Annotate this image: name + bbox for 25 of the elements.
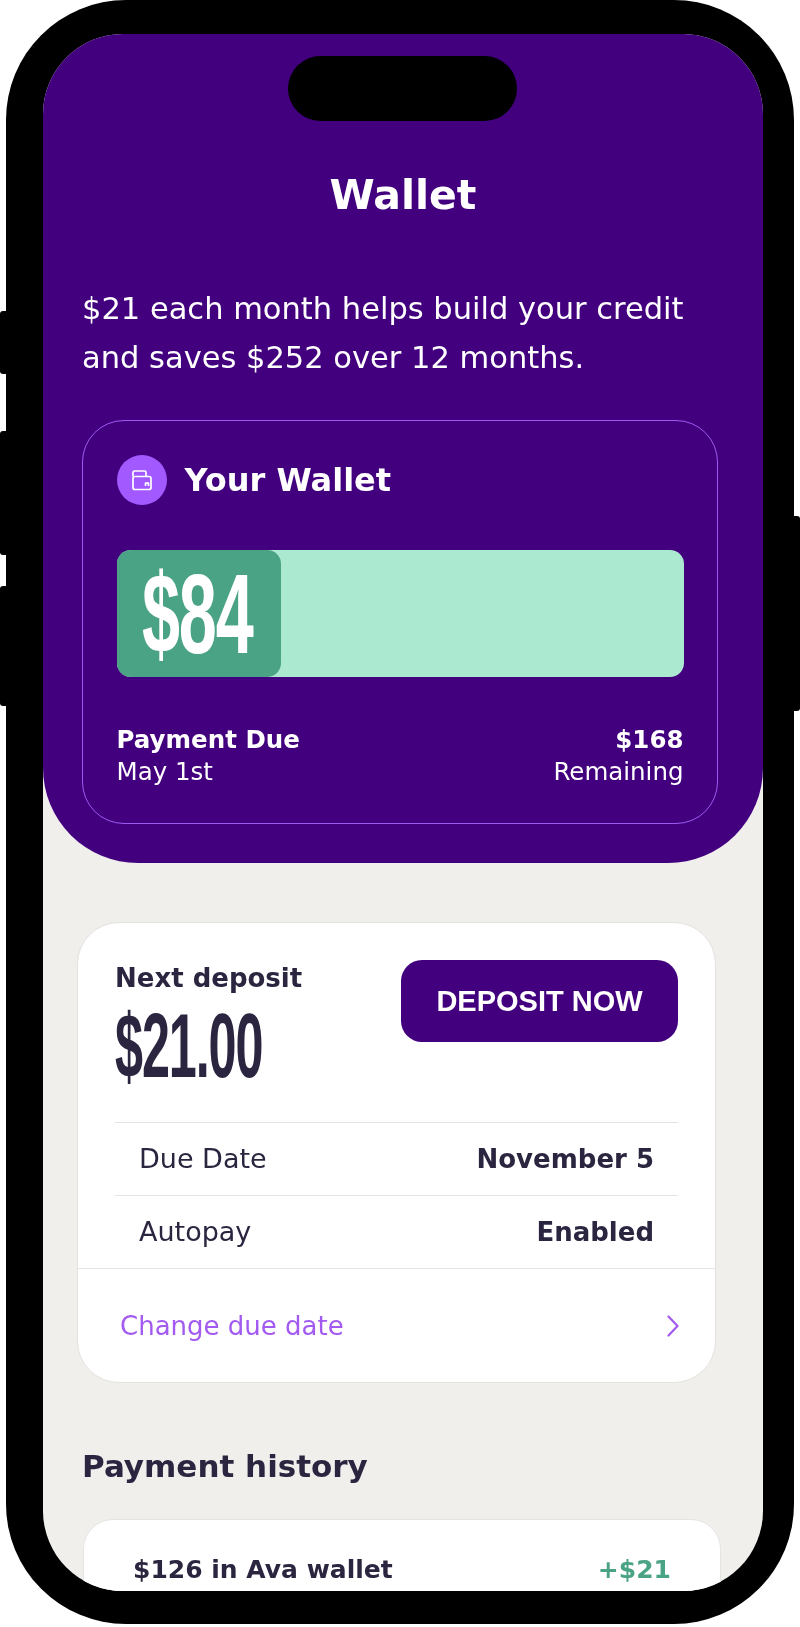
detail-value: November 5 — [476, 1143, 654, 1176]
section-title: Payment history — [82, 1447, 368, 1486]
deposit-amount: $21.00 — [115, 1001, 263, 1091]
wallet-card-title: Your Wallet — [184, 460, 392, 500]
side-button[interactable] — [0, 431, 6, 555]
payment-due-label: Payment Due — [116, 724, 300, 756]
chevron-icon — [667, 1314, 679, 1337]
detail-label: Due Date — [139, 1142, 267, 1176]
wallet-icon — [116, 455, 167, 505]
remaining-label: Remaining — [553, 756, 684, 788]
detail-label: Autopay — [139, 1215, 252, 1249]
subtitle-text: $21 each month helps build your credit and saves $252 over 12 months. — [82, 290, 685, 377]
side-button[interactable] — [794, 516, 800, 711]
remaining-amount: $168 — [615, 724, 684, 756]
side-button[interactable] — [0, 311, 6, 374]
change-due-date-link[interactable]: Change due date — [78, 1268, 715, 1382]
page-title: Wallet — [329, 170, 477, 220]
balance-amount: $84 — [141, 556, 253, 671]
detail-value: Enabled — [536, 1216, 654, 1249]
history-description: $126 in Ava wallet — [133, 1554, 393, 1586]
side-button[interactable] — [0, 586, 6, 706]
deposit-now-button[interactable]: DEPOSIT NOW — [401, 960, 678, 1042]
payment-due-date: May 1st — [116, 756, 213, 788]
history-amount: +$21 — [597, 1554, 671, 1586]
next-deposit-label: Next deposit — [115, 962, 303, 994]
